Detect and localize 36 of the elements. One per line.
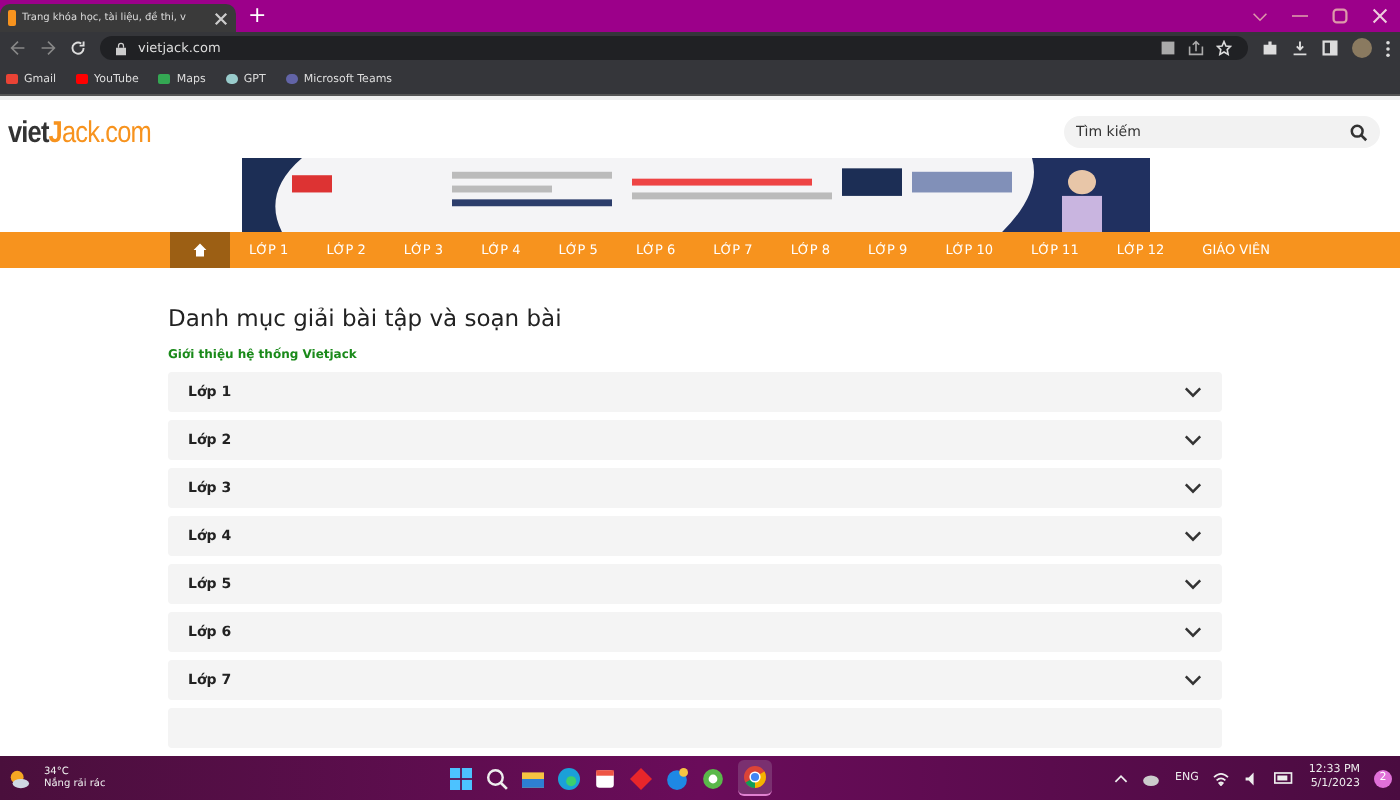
calendar-app-icon[interactable] bbox=[593, 767, 616, 789]
site-logo[interactable]: vietJack.com bbox=[8, 115, 151, 150]
home-tab[interactable] bbox=[170, 232, 230, 268]
back-icon[interactable] bbox=[10, 40, 26, 56]
chevron-up-icon[interactable] bbox=[1114, 773, 1129, 783]
profile-avatar-icon[interactable] bbox=[1352, 38, 1372, 58]
chrome-taskbar-button[interactable] bbox=[737, 760, 772, 796]
lock-icon bbox=[116, 41, 126, 55]
search-icon[interactable] bbox=[485, 767, 508, 789]
page-heading: Danh mục giải bài tập và soạn bài bbox=[168, 304, 564, 332]
close-icon[interactable] bbox=[214, 11, 228, 25]
weather-icon[interactable] bbox=[8, 767, 30, 789]
forward-icon[interactable] bbox=[40, 40, 56, 56]
globe-app-icon[interactable] bbox=[665, 767, 688, 789]
ring-app-icon[interactable] bbox=[701, 767, 724, 789]
chrome-icon bbox=[743, 766, 766, 788]
share-icon[interactable] bbox=[1188, 40, 1204, 56]
edge-browser-icon[interactable] bbox=[557, 767, 580, 789]
cloud-icon[interactable] bbox=[1142, 771, 1161, 785]
folder-icon[interactable] bbox=[521, 767, 544, 789]
battery-icon[interactable] bbox=[1274, 772, 1295, 784]
chevron-down-icon[interactable] bbox=[1252, 11, 1268, 21]
diamond-app-icon[interactable] bbox=[629, 767, 652, 789]
site-favicon-icon bbox=[8, 10, 16, 26]
new-tab-button[interactable]: + bbox=[248, 4, 267, 28]
wifi-icon[interactable] bbox=[1212, 771, 1231, 785]
minimize-icon[interactable] bbox=[1292, 14, 1308, 18]
reload-icon[interactable] bbox=[70, 40, 86, 56]
search-icon[interactable] bbox=[1350, 123, 1368, 142]
download-icon[interactable] bbox=[1292, 40, 1308, 56]
home-icon bbox=[192, 242, 208, 258]
close-icon[interactable] bbox=[1372, 8, 1388, 24]
restore-icon[interactable] bbox=[1332, 8, 1348, 24]
windows-start-icon[interactable] bbox=[449, 767, 472, 789]
star-icon[interactable] bbox=[1216, 40, 1232, 56]
side-panel-icon[interactable] bbox=[1322, 40, 1338, 56]
